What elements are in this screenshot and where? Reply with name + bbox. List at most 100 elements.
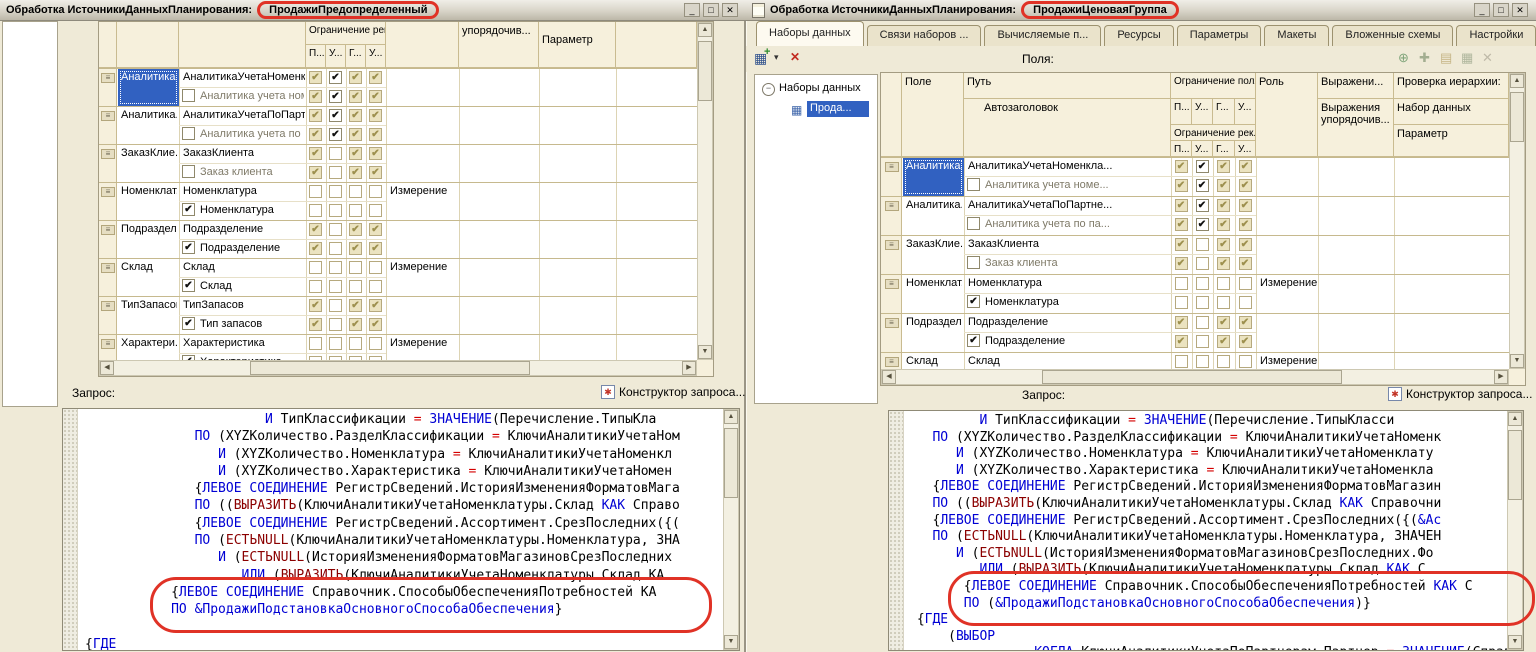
path-cell[interactable]: Склад (183, 261, 215, 273)
scroll-left-button[interactable]: ◀ (100, 361, 114, 375)
restriction-checkbox[interactable]: ✔ (369, 242, 382, 255)
restriction-checkbox[interactable]: ✔ (369, 223, 382, 236)
row-handle[interactable]: ≡ (885, 201, 899, 211)
restriction-checkbox[interactable] (1217, 355, 1230, 368)
add-dataset-button[interactable]: ▦+▾ (754, 49, 784, 69)
scrollbar-thumb[interactable] (1510, 92, 1524, 142)
path-cell[interactable]: ЗаказКлиента (968, 238, 1039, 250)
field-use-checkbox[interactable] (967, 217, 980, 230)
restriction-checkbox[interactable]: ✔ (1239, 160, 1252, 173)
restriction-checkbox[interactable] (1175, 355, 1188, 368)
minimize-button[interactable]: _ (1474, 3, 1490, 17)
scroll-up-button[interactable]: ▲ (698, 23, 712, 37)
restriction-checkbox[interactable]: ✔ (1217, 335, 1230, 348)
field-cell[interactable]: Подраздел... (121, 223, 177, 235)
field-use-checkbox[interactable] (182, 165, 195, 178)
restriction-checkbox[interactable]: ✔ (1175, 199, 1188, 212)
delete-dataset-button[interactable]: ✕ (790, 50, 800, 64)
scroll-up-button[interactable]: ▲ (1510, 74, 1524, 88)
restriction-checkbox[interactable] (369, 261, 382, 274)
restriction-checkbox[interactable]: ✔ (349, 71, 362, 84)
restriction-checkbox[interactable] (309, 337, 322, 350)
restriction-checkbox[interactable]: ✔ (309, 299, 322, 312)
tree-item-dataset-selected[interactable]: Прода... (807, 101, 869, 117)
restriction-checkbox[interactable]: ✔ (369, 299, 382, 312)
scroll-down-button[interactable]: ▼ (698, 345, 712, 359)
tab-8[interactable]: Настройки (1456, 25, 1536, 46)
restriction-checkbox[interactable] (309, 280, 322, 293)
row-handle[interactable]: ≡ (885, 279, 899, 289)
restriction-checkbox[interactable]: ✔ (349, 166, 362, 179)
row-handle[interactable]: ≡ (101, 187, 115, 197)
restriction-checkbox[interactable]: ✔ (369, 71, 382, 84)
restriction-checkbox[interactable] (1239, 355, 1252, 368)
restriction-checkbox[interactable]: ✔ (1239, 179, 1252, 192)
restriction-checkbox[interactable] (369, 204, 382, 217)
restriction-checkbox[interactable]: ✔ (1196, 199, 1209, 212)
restriction-checkbox[interactable]: ✔ (309, 223, 322, 236)
field-use-checkbox[interactable] (182, 127, 195, 140)
restriction-checkbox[interactable]: ✔ (329, 71, 342, 84)
horizontal-scrollbar[interactable]: ◀▶ (881, 369, 1509, 385)
scrollbar-thumb[interactable] (724, 428, 738, 498)
restriction-checkbox[interactable] (329, 261, 342, 274)
scroll-down-button[interactable]: ▼ (724, 635, 738, 649)
add-folder-icon[interactable]: ▤ (1440, 50, 1452, 66)
path-cell[interactable]: Номенклатура (183, 185, 257, 197)
tree-expander-icon[interactable]: − (762, 83, 775, 96)
vertical-scrollbar[interactable]: ▲▼ (697, 22, 713, 360)
field-cell[interactable]: ЗаказКлие... (121, 147, 177, 159)
restriction-checkbox[interactable]: ✔ (1175, 218, 1188, 231)
maximize-button[interactable]: □ (1493, 3, 1509, 17)
path-cell[interactable]: Склад (968, 355, 1000, 367)
row-handle[interactable]: ≡ (885, 318, 899, 328)
restriction-checkbox[interactable]: ✔ (369, 90, 382, 103)
scroll-up-button[interactable]: ▲ (724, 410, 738, 424)
restriction-checkbox[interactable] (349, 337, 362, 350)
path-cell[interactable]: АналитикаУчетаНоменкла... (968, 160, 1112, 172)
horizontal-scrollbar[interactable]: ◀▶ (99, 360, 697, 376)
restriction-checkbox[interactable] (329, 166, 342, 179)
scroll-right-button[interactable]: ▶ (1494, 370, 1508, 384)
row-handle[interactable]: ≡ (101, 149, 115, 159)
scrollbar-thumb[interactable] (250, 361, 530, 375)
restriction-checkbox[interactable] (349, 185, 362, 198)
left-query-builder-button[interactable]: ✱ Конструктор запроса... (601, 385, 745, 399)
restriction-checkbox[interactable]: ✔ (1196, 160, 1209, 173)
path-cell[interactable]: АналитикаУчетаПоПартне... (968, 199, 1112, 211)
field-cell[interactable]: Аналитика... (906, 160, 962, 172)
restriction-checkbox[interactable] (349, 261, 362, 274)
path-cell[interactable]: АналитикаУчетаНоменкла... (183, 71, 305, 83)
restriction-checkbox[interactable]: ✔ (1217, 218, 1230, 231)
row-handle[interactable]: ≡ (101, 73, 115, 83)
restriction-checkbox[interactable] (309, 204, 322, 217)
field-use-checkbox[interactable] (182, 89, 195, 102)
restriction-checkbox[interactable]: ✔ (349, 299, 362, 312)
restriction-checkbox[interactable]: ✔ (349, 109, 362, 122)
field-use-checkbox[interactable] (967, 256, 980, 269)
restriction-checkbox[interactable] (309, 185, 322, 198)
field-use-checkbox[interactable]: ✔ (967, 295, 980, 308)
restriction-checkbox[interactable] (1196, 316, 1209, 329)
scroll-up-button[interactable]: ▲ (1508, 412, 1522, 426)
right-query-editor[interactable]: И ТипКлассификации = ЗНАЧЕНИЕ(Перечислен… (888, 410, 1524, 651)
restriction-checkbox[interactable]: ✔ (1175, 257, 1188, 270)
tab-1[interactable]: Наборы данных (756, 21, 864, 46)
restriction-checkbox[interactable]: ✔ (369, 166, 382, 179)
field-cell[interactable]: Склад (121, 261, 153, 273)
restriction-checkbox[interactable]: ✔ (369, 147, 382, 160)
vertical-scrollbar[interactable]: ▲▼ (1507, 411, 1523, 650)
restriction-checkbox[interactable]: ✔ (309, 242, 322, 255)
vertical-scrollbar[interactable]: ▲▼ (1509, 73, 1525, 369)
restriction-checkbox[interactable]: ✔ (1217, 160, 1230, 173)
restriction-checkbox[interactable]: ✔ (1175, 316, 1188, 329)
restriction-checkbox[interactable]: ✔ (1217, 257, 1230, 270)
tab-7[interactable]: Вложенные схемы (1332, 25, 1453, 46)
right-datasets-panel[interactable]: −Наборы данных▦Прода... (754, 74, 878, 404)
restriction-checkbox[interactable] (1196, 257, 1209, 270)
row-handle[interactable]: ≡ (101, 301, 115, 311)
restriction-checkbox[interactable]: ✔ (349, 242, 362, 255)
restriction-checkbox[interactable]: ✔ (309, 147, 322, 160)
row-handle[interactable]: ≡ (101, 339, 115, 349)
field-cell[interactable]: Аналитика... (121, 71, 177, 83)
